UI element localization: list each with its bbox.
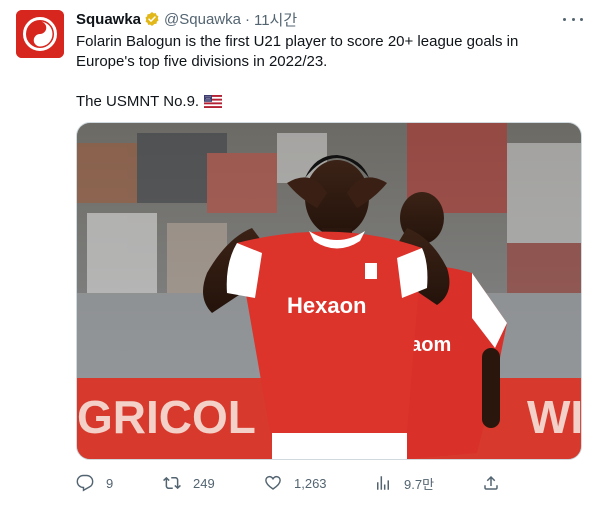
tweet-text-line: The USMNT No.9. bbox=[76, 92, 576, 112]
shirt-sponsor: Hexaon bbox=[287, 293, 366, 318]
action-bar: 9 249 1,263 9.7만 bbox=[76, 472, 586, 494]
views-count: 9.7만 bbox=[404, 476, 435, 492]
tweet-text-line: Folarin Balogun is the first U21 player … bbox=[76, 33, 519, 70]
handle[interactable]: @Squawka bbox=[164, 11, 241, 28]
retweet-icon bbox=[163, 474, 181, 492]
display-name[interactable]: Squawka bbox=[76, 11, 141, 28]
photo-scene: GRICOL WI xaom Hexaon bbox=[77, 123, 582, 459]
tweet-photo[interactable]: GRICOL WI xaom Hexaon bbox=[76, 122, 582, 460]
tweet[interactable]: Squawka @Squawka · 11시간 Folarin Balogun … bbox=[0, 0, 598, 505]
us-flag-icon bbox=[204, 94, 223, 108]
verified-badge-icon bbox=[144, 11, 160, 27]
like-button[interactable]: 1,263 bbox=[264, 472, 327, 494]
timestamp[interactable]: 11시간 bbox=[254, 9, 297, 30]
avatar[interactable] bbox=[16, 10, 64, 58]
like-count: 1,263 bbox=[294, 475, 327, 491]
retweet-count: 249 bbox=[193, 475, 215, 491]
retweet-button[interactable]: 249 bbox=[163, 472, 215, 494]
board-text-right: WI bbox=[527, 391, 582, 443]
tweet-text-line-2: The USMNT No.9. bbox=[76, 93, 200, 110]
reply-button[interactable]: 9 bbox=[76, 472, 113, 494]
separator-dot: · bbox=[244, 10, 250, 28]
views-chart-icon bbox=[374, 474, 392, 492]
share-button[interactable] bbox=[482, 472, 500, 494]
tweet-text: Folarin Balogun is the first U21 player … bbox=[76, 32, 576, 112]
share-icon bbox=[482, 474, 500, 492]
views-button[interactable]: 9.7만 bbox=[374, 472, 434, 494]
board-text-left: GRICOL bbox=[77, 391, 256, 443]
heart-icon bbox=[264, 474, 282, 492]
reply-count: 9 bbox=[106, 475, 114, 491]
more-options-icon[interactable] bbox=[563, 11, 583, 27]
tweet-header: Squawka @Squawka · 11시간 bbox=[76, 9, 297, 29]
reply-icon bbox=[76, 474, 94, 492]
